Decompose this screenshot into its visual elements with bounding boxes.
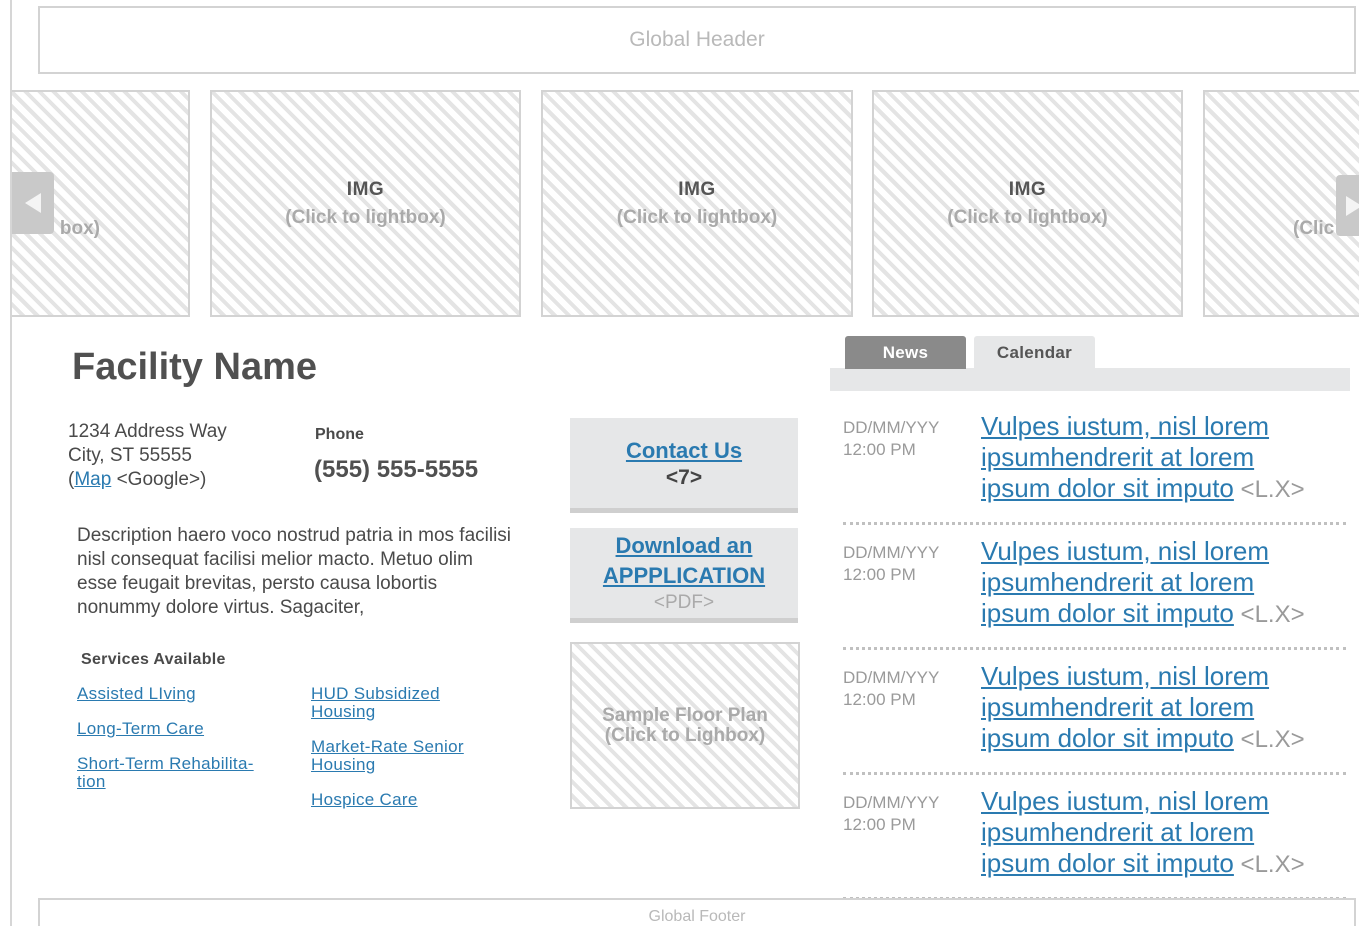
- service-link-long-term-care[interactable]: Long-Term Care: [77, 720, 204, 738]
- map-link[interactable]: Map: [74, 469, 111, 490]
- news-divider: [843, 647, 1346, 650]
- news-headline-link[interactable]: Vulpes iustum, nisl lorem: [981, 661, 1269, 691]
- address-line-1: 1234 Address Way: [68, 421, 227, 442]
- news-headline: Vulpes iustum, nisl lorem ipsumhendrerit …: [981, 786, 1341, 880]
- service-link-hospice-care[interactable]: Hospice Care: [311, 791, 418, 809]
- news-divider: [843, 522, 1346, 525]
- global-header: Global Header: [38, 6, 1356, 74]
- news-language-tag: <L.X>: [1233, 726, 1305, 753]
- carousel-next-button[interactable]: [1336, 175, 1359, 236]
- facility-address: 1234 Address Way City, ST 55555 (Map <Go…: [68, 420, 227, 492]
- tab-news[interactable]: News: [845, 336, 966, 369]
- global-footer-label: Global Footer: [648, 908, 746, 925]
- chevron-right-icon: [1346, 195, 1359, 216]
- news-headline: Vulpes iustum, nisl lorem ipsumhendrerit …: [981, 661, 1341, 755]
- news-time-value: 12:00 PM: [843, 440, 916, 459]
- global-header-label: Global Header: [629, 28, 765, 51]
- map-line: (Map <Google>): [68, 468, 227, 492]
- news-headline-link[interactable]: ipsumhendrerit at lorem: [981, 692, 1254, 722]
- news-date-value: DD/MM/YYY: [843, 793, 940, 812]
- news-headline: Vulpes iustum, nisl lorem ipsumhendrerit …: [981, 536, 1341, 630]
- carousel-slide[interactable]: IMG (Click to lightbox): [872, 90, 1183, 317]
- download-link-line-1[interactable]: Download an: [616, 531, 753, 561]
- news-language-tag: <L.X>: [1233, 476, 1305, 503]
- services-heading: Services Available: [81, 651, 226, 668]
- news-language-tag: <L.X>: [1233, 601, 1305, 628]
- news-date: DD/MM/YYY 12:00 PM: [843, 542, 939, 586]
- news-date: DD/MM/YYY 12:00 PM: [843, 667, 939, 711]
- carousel-slide-label: IMG: [346, 178, 385, 200]
- news-headline-link[interactable]: ipsumhendrerit at lorem: [981, 567, 1254, 597]
- carousel-slide[interactable]: IMG (Click to lightbox): [210, 90, 521, 317]
- news-headline: Vulpes iustum, nisl lorem ipsumhendrerit …: [981, 411, 1341, 505]
- news-headline-link[interactable]: ipsumhendrerit at lorem: [981, 442, 1254, 472]
- global-footer: Global Footer: [38, 898, 1356, 926]
- news-headline-link[interactable]: ipsum dolor sit imputo: [981, 723, 1234, 753]
- news-headline-link[interactable]: ipsum dolor sit imputo: [981, 598, 1234, 628]
- carousel-prev-button[interactable]: [12, 172, 54, 234]
- tab-calendar[interactable]: Calendar: [974, 336, 1095, 369]
- news-language-tag: <L.X>: [1233, 851, 1305, 878]
- news-date-value: DD/MM/YYY: [843, 543, 940, 562]
- news-headline-link[interactable]: ipsum dolor sit imputo: [981, 848, 1234, 878]
- news-time-value: 12:00 PM: [843, 565, 916, 584]
- carousel-slide-caption: box): [59, 218, 100, 239]
- news-time-value: 12:00 PM: [843, 690, 916, 709]
- facility-name-heading: Facility Name: [72, 346, 317, 388]
- download-file-type: <PDF>: [653, 592, 715, 613]
- floor-plan-title: Sample Floor Plan: [602, 704, 768, 726]
- contact-us-link[interactable]: Contact Us: [626, 436, 742, 466]
- service-link-market-rate-senior-housing[interactable]: Market-Rate Senior Housing: [311, 738, 486, 774]
- news-headline-link[interactable]: Vulpes iustum, nisl lorem: [981, 536, 1269, 566]
- news-divider: [843, 772, 1346, 775]
- news-headline-link[interactable]: ipsum dolor sit imputo: [981, 473, 1234, 503]
- floor-plan-thumbnail[interactable]: Sample Floor Plan (Click to Lighbox): [570, 642, 800, 809]
- contact-us-button[interactable]: Contact Us <7>: [570, 418, 798, 513]
- contact-us-sub: <7>: [665, 466, 703, 489]
- service-link-hud-subsidized-housing[interactable]: HUD Subsidized Housing: [311, 685, 471, 721]
- carousel-slide-caption: (Click to lightbox): [947, 206, 1108, 228]
- download-link-line-2[interactable]: APPPLICATION: [603, 561, 765, 591]
- image-carousel: box) IMG (Click to lightbox) IMG (Click …: [12, 90, 1359, 318]
- chevron-left-icon: [25, 193, 41, 213]
- map-note: <Google>): [111, 469, 207, 490]
- news-date-value: DD/MM/YYY: [843, 418, 940, 437]
- tab-bar: [830, 368, 1350, 391]
- carousel-slide[interactable]: IMG (Click to lightbox): [541, 90, 853, 317]
- news-time-value: 12:00 PM: [843, 815, 916, 834]
- news-date: DD/MM/YYY 12:00 PM: [843, 792, 939, 836]
- carousel-slide-caption: (Click to lightbox): [616, 206, 778, 228]
- carousel-slide-caption: (Clic: [1293, 218, 1335, 239]
- phone-label: Phone: [315, 426, 364, 443]
- news-headline-link[interactable]: Vulpes iustum, nisl lorem: [981, 786, 1269, 816]
- service-link-short-term-rehabilitation[interactable]: Short-Term Rehabilita-tion: [77, 755, 277, 791]
- carousel-slide-caption: (Click to lightbox): [285, 206, 446, 228]
- news-headline-link[interactable]: ipsumhendrerit at lorem: [981, 817, 1254, 847]
- download-application-button[interactable]: Download an APPPLICATION <PDF>: [570, 528, 798, 623]
- carousel-slide-label: IMG: [1008, 178, 1047, 200]
- news-date: DD/MM/YYY 12:00 PM: [843, 417, 939, 461]
- floor-plan-caption: (Click to Lighbox): [604, 724, 766, 746]
- news-headline-link[interactable]: Vulpes iustum, nisl lorem: [981, 411, 1269, 441]
- address-line-2: City, ST 55555: [68, 445, 192, 466]
- phone-number: (555) 555-5555: [314, 456, 479, 483]
- facility-description: Description haero voco nostrud patria in…: [77, 525, 512, 618]
- carousel-slide-label: IMG: [678, 178, 716, 200]
- news-date-value: DD/MM/YYY: [843, 668, 940, 687]
- service-link-assisted-living[interactable]: Assisted LIving: [77, 685, 196, 703]
